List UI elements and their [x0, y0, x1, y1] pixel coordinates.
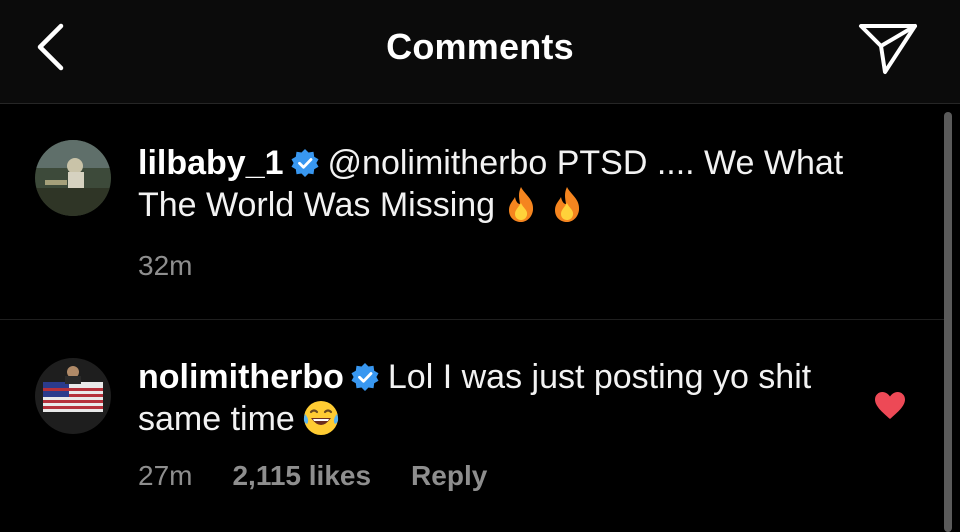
paper-plane-icon — [859, 24, 917, 74]
verified-badge-icon — [291, 149, 319, 177]
scrollbar[interactable] — [944, 112, 952, 532]
page-title: Comments — [386, 26, 574, 67]
avatar[interactable] — [35, 140, 111, 216]
avatar-image — [35, 358, 111, 434]
comment-item: nolimitherbo Lol I was just posting yo s… — [0, 320, 940, 532]
fire-emoji-icon — [509, 187, 534, 222]
comment-username[interactable]: lilbaby_1 — [138, 144, 284, 182]
comment-text: nolimitherbo Lol I was just posting yo s… — [138, 356, 898, 440]
header: Comments — [0, 0, 960, 104]
comment-timestamp: 27m — [138, 460, 193, 491]
comments-screen: Comments lilbaby_1 @nolimitherbo PTSD ..… — [0, 0, 960, 532]
comment-username[interactable]: nolimitherbo — [138, 358, 344, 396]
avatar[interactable] — [35, 358, 111, 434]
likes-count[interactable]: 2,115 likes — [232, 460, 371, 492]
comment-meta: 27m 2,115 likes Reply — [138, 460, 527, 492]
comment-timestamp: 32m — [138, 250, 193, 281]
avatar-image — [35, 140, 111, 216]
reply-button[interactable]: Reply — [411, 460, 487, 492]
comment-meta: 32m — [138, 250, 232, 282]
share-button[interactable] — [855, 18, 921, 78]
laughing-emoji-icon — [303, 401, 338, 435]
comment-item: lilbaby_1 @nolimitherbo PTSD .... We Wha… — [0, 104, 940, 319]
fire-emoji-pair — [495, 186, 587, 224]
fire-emoji-icon — [555, 187, 580, 222]
verified-badge-icon — [351, 363, 379, 391]
mention-link[interactable]: @nolimitherbo — [328, 144, 548, 182]
comment-text: lilbaby_1 @nolimitherbo PTSD .... We Wha… — [138, 142, 898, 226]
heart-icon[interactable] — [873, 390, 907, 420]
